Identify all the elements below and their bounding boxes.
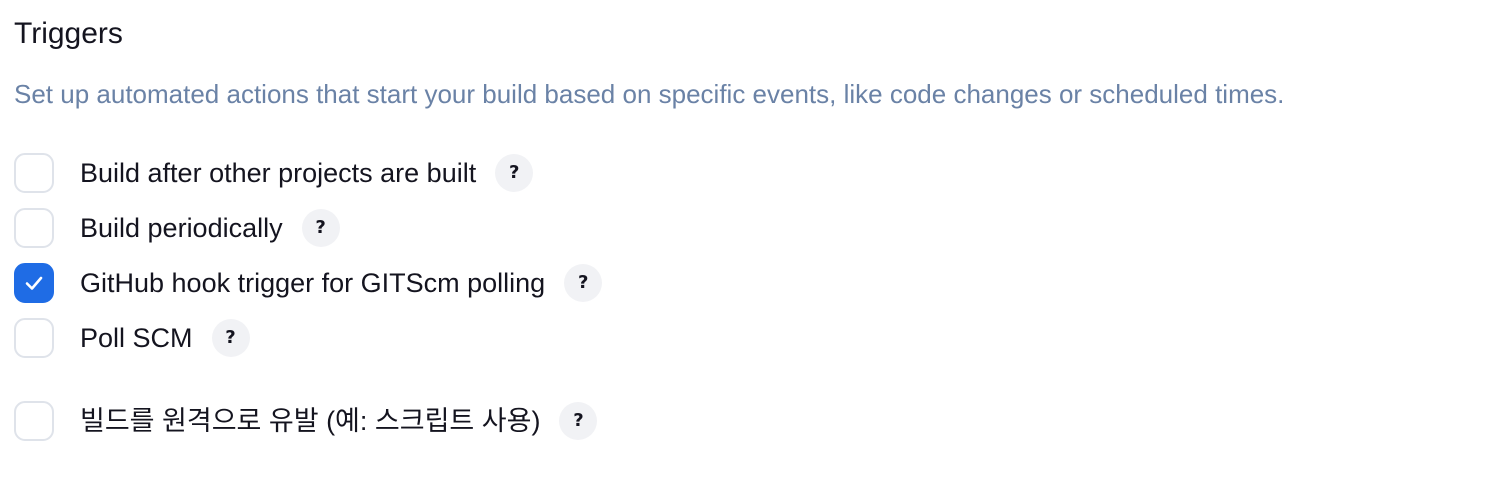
section-description: Set up automated actions that start your… — [14, 79, 1285, 109]
github-hook-checkbox[interactable] — [14, 263, 54, 303]
help-icon[interactable]: ? — [564, 264, 603, 302]
remote-trigger-checkbox[interactable] — [14, 401, 54, 441]
trigger-option-label[interactable]: Poll SCM — [80, 321, 193, 355]
trigger-option-label[interactable]: 빌드를 원격으로 유발 (예: 스크립트 사용) — [80, 404, 540, 438]
poll-scm-checkbox[interactable] — [14, 318, 54, 358]
section-title: Triggers — [14, 17, 123, 50]
trigger-option-poll-scm[interactable]: Poll SCM ? — [14, 315, 250, 361]
trigger-option-build-after-other-projects[interactable]: Build after other projects are built ? — [14, 150, 534, 196]
trigger-option-label[interactable]: Build after other projects are built — [80, 156, 476, 190]
checkmark-icon — [25, 276, 43, 290]
build-periodically-checkbox[interactable] — [14, 208, 54, 248]
trigger-option-github-hook[interactable]: GitHub hook trigger for GITScm polling ? — [14, 260, 603, 306]
trigger-option-label[interactable]: GitHub hook trigger for GITScm polling — [80, 266, 545, 300]
help-icon[interactable]: ? — [211, 319, 250, 357]
build-after-other-projects-checkbox[interactable] — [14, 153, 54, 193]
trigger-option-remote-trigger[interactable]: 빌드를 원격으로 유발 (예: 스크립트 사용) ? — [14, 398, 598, 444]
trigger-option-build-periodically[interactable]: Build periodically ? — [14, 205, 340, 251]
trigger-option-label[interactable]: Build periodically — [80, 211, 283, 245]
help-icon[interactable]: ? — [559, 402, 598, 440]
help-icon[interactable]: ? — [301, 209, 340, 247]
help-icon[interactable]: ? — [495, 154, 534, 192]
